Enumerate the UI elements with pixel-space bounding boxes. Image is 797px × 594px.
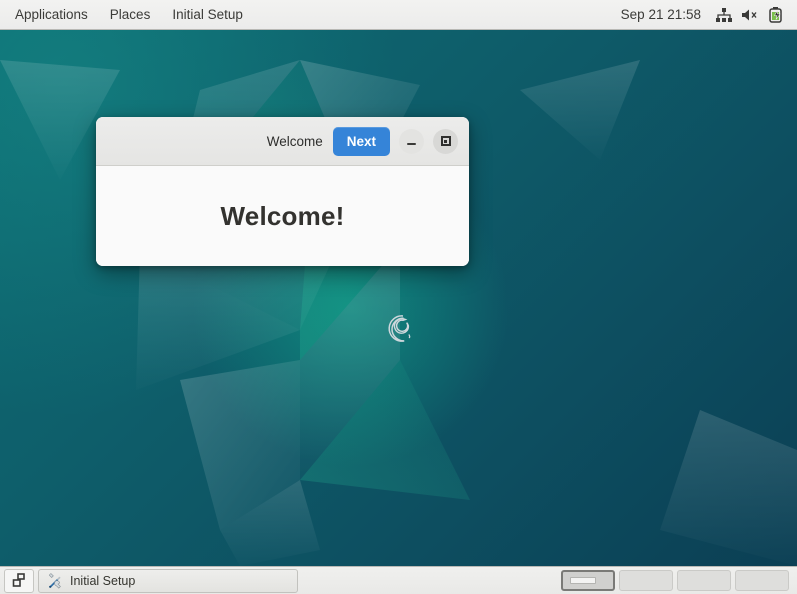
- workspace-window-thumbnail: [570, 577, 596, 584]
- minimize-icon: [407, 142, 416, 145]
- workspace-switcher: [561, 570, 793, 591]
- maximize-icon: [440, 136, 451, 146]
- workspace-1[interactable]: [561, 570, 615, 591]
- show-desktop-icon: [12, 573, 25, 587]
- battery-charging-icon[interactable]: [763, 2, 789, 28]
- taskbar-item-label: Initial Setup: [70, 573, 136, 588]
- desktop-wallpaper[interactable]: [0, 30, 797, 566]
- menu-initial-setup[interactable]: Initial Setup: [161, 0, 254, 30]
- bottom-taskbar: Initial Setup: [0, 566, 797, 594]
- window-title: Welcome: [266, 133, 323, 149]
- volume-muted-icon[interactable]: [737, 2, 763, 28]
- panel-tray: Sep 21 21:58: [611, 2, 797, 28]
- window-titlebar[interactable]: Welcome Next: [96, 117, 469, 166]
- tools-icon: [48, 572, 61, 589]
- clock[interactable]: Sep 21 21:58: [611, 7, 711, 22]
- workspace-2[interactable]: [619, 570, 673, 591]
- next-button[interactable]: Next: [332, 126, 390, 156]
- wallpaper-polygons: [0, 60, 797, 566]
- welcome-heading: Welcome!: [220, 200, 345, 231]
- network-wired-icon[interactable]: [711, 2, 737, 28]
- maximize-button[interactable]: [433, 128, 458, 154]
- window-body: Welcome!: [96, 166, 469, 266]
- minimize-button[interactable]: [399, 128, 424, 154]
- menu-applications[interactable]: Applications: [4, 0, 99, 30]
- menu-places[interactable]: Places: [99, 0, 162, 30]
- workspace-3[interactable]: [677, 570, 731, 591]
- desktop-screen: Applications Places Initial Setup Sep 21…: [0, 0, 797, 594]
- debian-swirl-logo: [388, 315, 411, 342]
- welcome-window[interactable]: Welcome Next Welcome!: [96, 117, 469, 266]
- show-desktop-button[interactable]: [4, 568, 34, 593]
- top-panel: Applications Places Initial Setup Sep 21…: [0, 0, 797, 30]
- taskbar-item-initial-setup[interactable]: Initial Setup: [38, 568, 298, 593]
- workspace-4[interactable]: [735, 570, 789, 591]
